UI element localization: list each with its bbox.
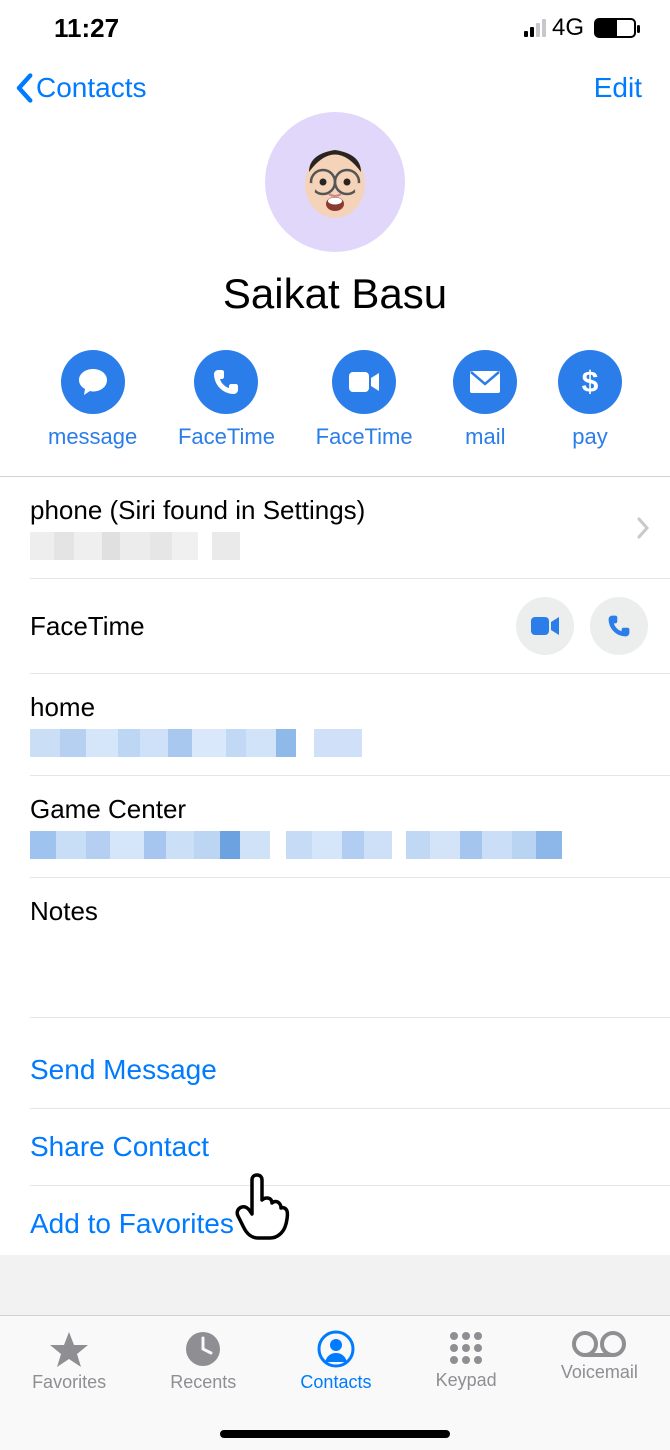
phone-icon (606, 613, 632, 639)
clock-icon (184, 1330, 222, 1368)
contact-details: phone (Siri found in Settings) FaceTime … (0, 477, 670, 1262)
facetime-video-button[interactable]: FaceTime (316, 350, 413, 450)
back-label: Contacts (36, 72, 147, 104)
action-row: message FaceTime FaceTime mail $ pay (0, 318, 670, 476)
background-fill (0, 1255, 670, 1315)
send-message-button[interactable]: Send Message (30, 1032, 670, 1109)
home-row[interactable]: home (30, 674, 670, 776)
status-indicators: 4G (524, 14, 636, 42)
contact-name: Saikat Basu (223, 270, 447, 318)
svg-text:$: $ (582, 366, 599, 399)
message-label: message (48, 424, 137, 450)
edit-button[interactable]: Edit (594, 72, 642, 104)
video-icon (332, 350, 396, 414)
profile-header: Saikat Basu (0, 120, 670, 318)
facetime-video-label: FaceTime (316, 424, 413, 450)
home-value-redacted (30, 729, 648, 757)
pay-button[interactable]: $ pay (558, 350, 622, 450)
tab-favorites[interactable]: Favorites (32, 1330, 106, 1450)
gamecenter-label: Game Center (30, 794, 648, 825)
memoji-icon (285, 132, 385, 232)
network-label: 4G (552, 14, 584, 42)
tab-label: Keypad (436, 1370, 497, 1391)
home-indicator[interactable] (220, 1430, 450, 1438)
facetime-audio-button[interactable]: FaceTime (178, 350, 275, 450)
avatar[interactable] (265, 112, 405, 252)
keypad-icon (448, 1330, 484, 1366)
facetime-audio-label: FaceTime (178, 424, 275, 450)
dollar-icon: $ (558, 350, 622, 414)
phone-value-redacted (30, 532, 648, 560)
contact-icon (317, 1330, 355, 1368)
notes-label: Notes (30, 896, 648, 927)
chevron-left-icon (14, 73, 34, 103)
pay-label: pay (572, 424, 607, 450)
facetime-label: FaceTime (30, 611, 145, 642)
home-label: home (30, 692, 648, 723)
facetime-audio-call-button[interactable] (590, 597, 648, 655)
message-button[interactable]: message (48, 350, 137, 450)
phone-icon (194, 350, 258, 414)
nav-bar: Contacts Edit (0, 56, 670, 120)
video-icon (530, 615, 560, 637)
facetime-row: FaceTime (30, 579, 670, 674)
facetime-video-call-button[interactable] (516, 597, 574, 655)
tab-label: Contacts (300, 1372, 371, 1393)
gamecenter-row[interactable]: Game Center (30, 776, 670, 878)
status-time: 11:27 (54, 13, 119, 44)
cellular-signal-icon (524, 19, 546, 37)
mail-button[interactable]: mail (453, 350, 517, 450)
status-bar: 11:27 4G (0, 0, 670, 56)
star-icon (49, 1330, 89, 1368)
add-to-favorites-button[interactable]: Add to Favorites (30, 1186, 670, 1262)
mail-icon (453, 350, 517, 414)
mail-label: mail (465, 424, 505, 450)
phone-row[interactable]: phone (Siri found in Settings) (30, 477, 670, 579)
voicemail-icon (571, 1330, 627, 1358)
notes-row[interactable]: Notes (30, 878, 670, 1018)
chevron-right-icon (636, 517, 650, 539)
tab-voicemail[interactable]: Voicemail (561, 1330, 638, 1450)
phone-label: phone (Siri found in Settings) (30, 495, 648, 526)
gamecenter-value-redacted (30, 831, 648, 859)
share-contact-button[interactable]: Share Contact (30, 1109, 670, 1186)
tab-label: Recents (170, 1372, 236, 1393)
message-icon (61, 350, 125, 414)
back-button[interactable]: Contacts (14, 72, 147, 104)
tab-label: Voicemail (561, 1362, 638, 1383)
tab-bar: Favorites Recents Contacts Keypad Voicem… (0, 1315, 670, 1450)
battery-icon (594, 18, 636, 38)
tab-label: Favorites (32, 1372, 106, 1393)
